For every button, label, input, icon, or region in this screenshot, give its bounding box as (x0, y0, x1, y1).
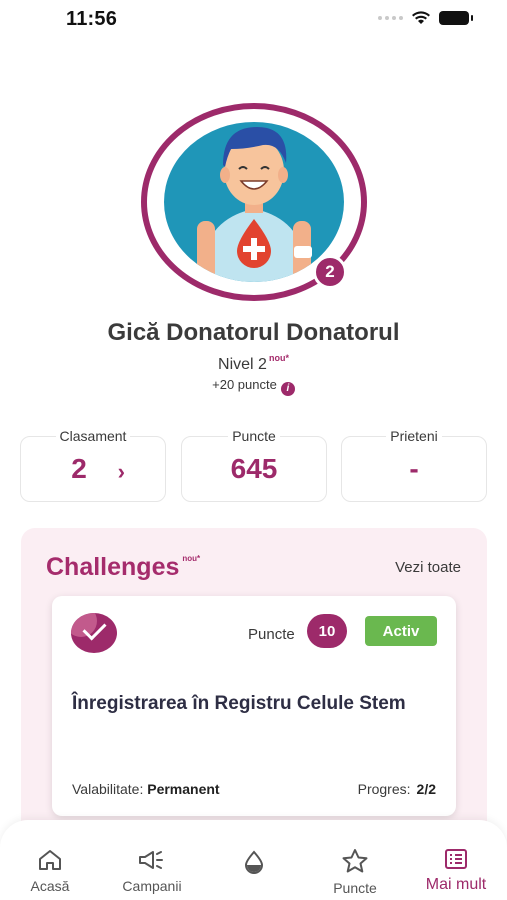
nav-label-more: Mai mult (425, 876, 487, 893)
validity-value: Permanent (147, 781, 220, 797)
challenges-title: Challenges nou* (46, 553, 200, 582)
status-time: 11:56 (66, 8, 118, 30)
nav-item-points[interactable]: Puncte (310, 848, 400, 896)
user-name: Gică Donatorul Donatorul (107, 319, 400, 346)
validity-label: Valabilitate: (72, 781, 144, 797)
nav-label-points: Puncte (333, 880, 377, 896)
level-text: Nivel 2 (218, 356, 267, 373)
nav-label-campaigns: Campanii (122, 878, 182, 894)
stat-card-ranking[interactable]: Clasament 2 › (20, 428, 166, 502)
points-gain-text: +20 puncte (212, 377, 277, 392)
nav-item-home[interactable]: Acasă (5, 848, 95, 894)
star-icon (342, 849, 368, 873)
battery-icon (439, 11, 473, 25)
challenges-title-text: Challenges (46, 553, 180, 581)
challenges-section: Challenges nou* Vezi toate Puncte 10 Acti… (21, 528, 487, 858)
stat-label-friends: Prieteni (386, 428, 442, 444)
wifi-icon (412, 11, 430, 24)
stat-value-friends: - (409, 453, 419, 484)
challenge-progress: Progres: 2/2 (358, 781, 436, 797)
challenge-check-icon (71, 613, 117, 653)
status-icons (378, 11, 473, 25)
challenge-points-label: Puncte (248, 626, 295, 643)
nav-item-campaigns[interactable]: Campanii (107, 848, 197, 894)
stat-value-points: 645 (230, 453, 278, 484)
points-gain: +20 puncte i (0, 377, 507, 396)
progress-label: Progres: (357, 781, 411, 797)
stat-card-friends[interactable]: Prieteni - (341, 428, 487, 502)
nav-item-more[interactable]: Mai mult (411, 848, 501, 894)
level-line: Nivel 2 nou* (0, 353, 507, 374)
stat-value-ranking: 2 (71, 453, 87, 484)
see-all-link[interactable]: Vezi toate (395, 559, 461, 576)
nav-item-donate[interactable] (209, 848, 299, 880)
signal-icon (378, 16, 403, 20)
level-badge: 2 (313, 255, 347, 289)
stat-label-ranking: Clasament (55, 428, 131, 444)
challenge-status-badge: Activ (365, 616, 437, 646)
new-tag: nou* (268, 353, 289, 363)
status-bar: 11:56 (0, 0, 507, 40)
progress-value: 2/2 (416, 781, 436, 797)
info-icon[interactable]: i (280, 381, 295, 396)
challenge-points-badge: 10 (307, 614, 347, 648)
bottom-nav: Acasă Campanii Puncte Mai mult (0, 820, 507, 900)
challenge-name: Înregistrarea în Registru Celule Stem (72, 693, 406, 714)
nav-label-home: Acasă (30, 878, 70, 894)
stat-card-points[interactable]: Puncte 645 (181, 428, 327, 502)
chevron-right-icon: › (117, 459, 125, 484)
stat-label-points: Puncte (228, 428, 280, 444)
challenge-card[interactable]: Puncte 10 Activ Înregistrarea în Registr… (52, 596, 456, 816)
challenge-validity: Valabilitate: Permanent (72, 781, 220, 797)
drop-icon (244, 850, 264, 874)
challenges-new-tag: nou* (182, 554, 201, 563)
home-icon (39, 850, 61, 870)
megaphone-icon (139, 851, 163, 869)
list-icon (445, 849, 467, 869)
